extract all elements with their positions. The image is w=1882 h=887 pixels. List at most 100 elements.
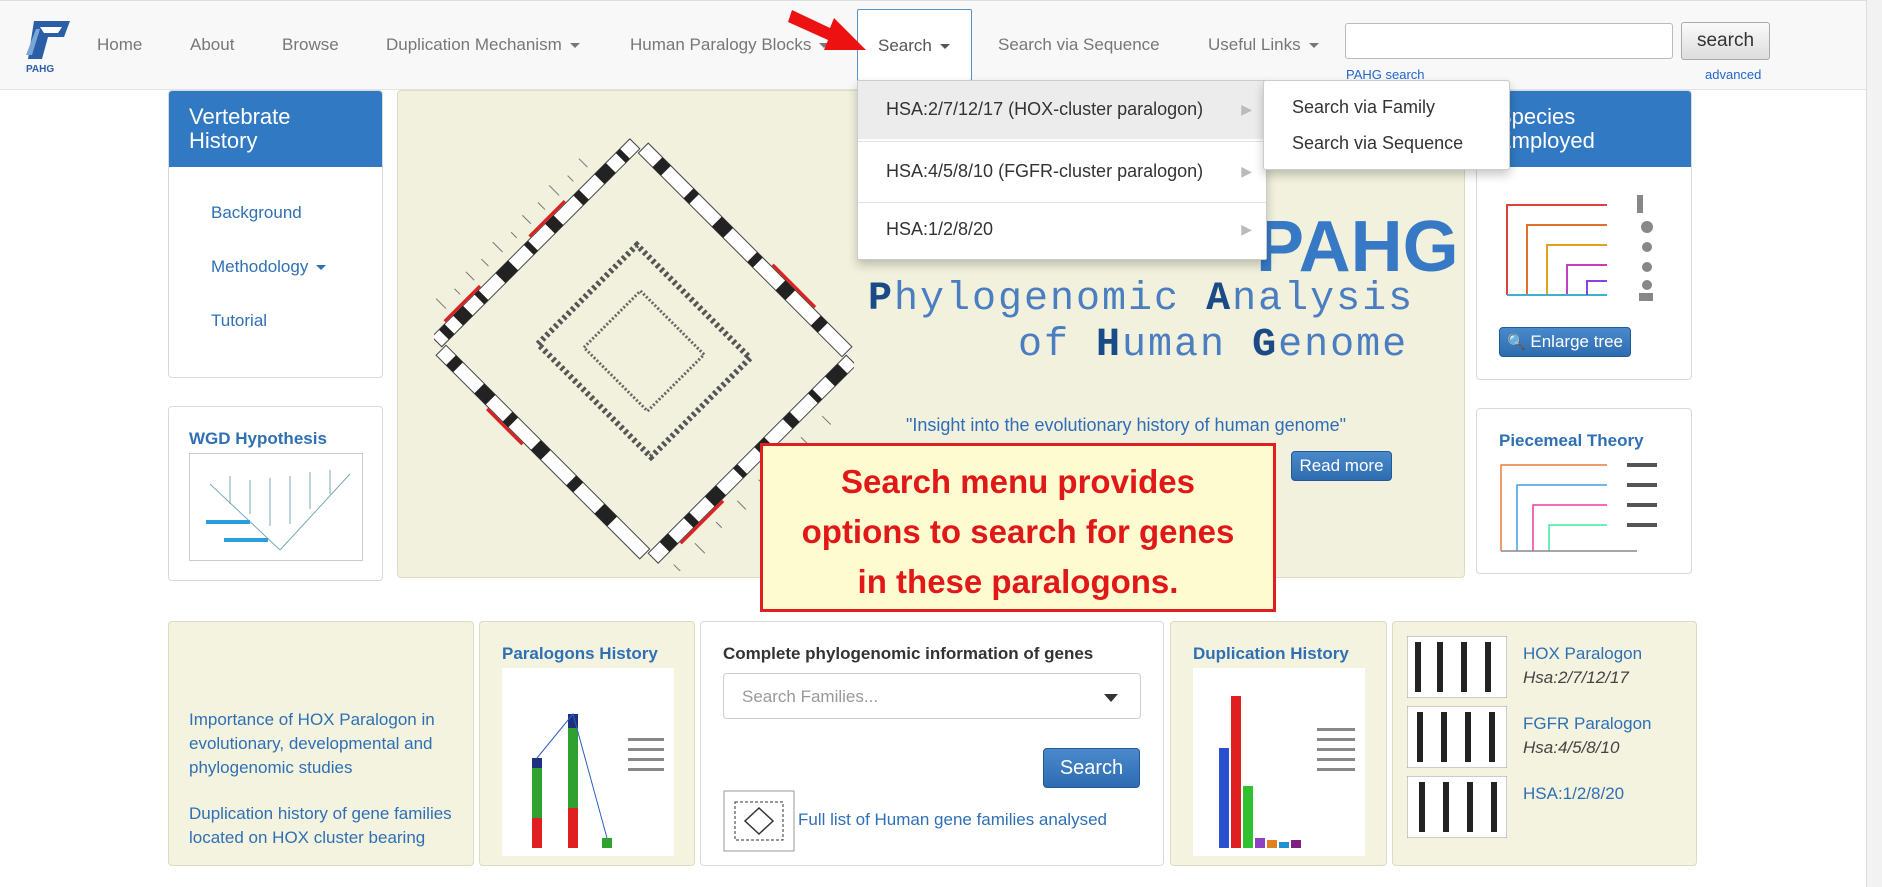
fgfr-paralogon-link[interactable]: FGFR Paralogon (1523, 714, 1652, 734)
nav-about[interactable]: About (190, 35, 234, 55)
svg-text:PAHG: PAHG (26, 64, 54, 75)
hero-text-enome: enome (1278, 323, 1409, 368)
chevron-right-icon: ▶ (1241, 101, 1252, 117)
methodology-link-label: Methodology (211, 257, 309, 276)
nav-search[interactable]: Search (857, 9, 972, 81)
gene-families-thumbnail[interactable] (723, 790, 795, 852)
menu-item-hsa-1-2-8-20-label: HSA:1/2/8/20 (886, 219, 994, 239)
red-arrow-icon (788, 10, 866, 50)
paralogon-list-panel: HOX Paralogon Hsa:2/7/12/17 FGFR Paralog… (1392, 621, 1697, 866)
species-employed-title-line2: Employed (1497, 128, 1595, 153)
hero-subtitle-line2: of Human Genome (1018, 323, 1408, 368)
fgfr-paralogon-thumbnail[interactable] (1407, 706, 1507, 768)
hox-paralogon-thumbnail[interactable] (1407, 636, 1507, 698)
hero-title: PAHG (1256, 207, 1459, 287)
hero-cap-p: P (868, 277, 895, 322)
menu-item-fgfr-paralogon[interactable]: HSA:4/5/8/10 (FGFR-cluster paralogon) ▶ (858, 143, 1266, 201)
full-gene-families-list-link[interactable]: Full list of Human gene families analyse… (798, 810, 1107, 830)
chevron-down-icon (1104, 694, 1118, 702)
menu-item-hox-paralogon-label: HSA:2/7/12/17 (HOX-cluster paralogon) (886, 99, 1204, 119)
nav-browse[interactable]: Browse (282, 35, 339, 55)
hero-cap-a: A (1206, 277, 1233, 322)
vertebrate-history-title-line2: History (189, 128, 258, 153)
tutorial-link[interactable]: Tutorial (211, 311, 267, 331)
search-families-select[interactable]: Search Families... (723, 673, 1141, 719)
methodology-link[interactable]: Methodology (211, 257, 327, 277)
search-submenu: Search via Family Search via Sequence (1263, 80, 1510, 170)
advanced-search-link[interactable]: advanced (1705, 67, 1761, 82)
enlarge-tree-button[interactable]: 🔍 Enlarge tree (1499, 327, 1631, 357)
menu-item-hox-paralogon[interactable]: HSA:2/7/12/17 (HOX-cluster paralogon) ▶ (858, 81, 1266, 139)
menu-divider (858, 141, 1266, 142)
search-families-button[interactable]: Search (1043, 748, 1140, 788)
species-employed-title-line1: Species (1497, 104, 1576, 129)
submenu-search-via-family[interactable]: Search via Family (1292, 97, 1435, 118)
vertebrate-history-panel: Vertebrate History Background Methodolog… (168, 90, 383, 378)
wgd-tree-thumbnail[interactable] (189, 453, 363, 561)
hsa-1-2-8-20-thumbnail[interactable] (1407, 776, 1507, 838)
annotation-line-3: in these paralogons. (857, 563, 1179, 600)
zoom-in-icon: 🔍 (1506, 334, 1526, 351)
phylogenomic-info-title: Complete phylogenomic information of gen… (723, 644, 1094, 663)
annotation-line-1: Search menu provides (841, 463, 1195, 500)
hox-paralogon-link[interactable]: HOX Paralogon (1523, 644, 1642, 664)
nav-useful-links-label: Useful Links (1208, 35, 1301, 54)
scrollbar[interactable] (1866, 0, 1882, 887)
read-more-button[interactable]: Read more (1291, 451, 1392, 481)
hero-cap-h: H (1096, 323, 1123, 368)
site-search-button[interactable]: search (1681, 22, 1770, 60)
chevron-right-icon: ▶ (1241, 163, 1252, 179)
duplication-history-gene-families-link[interactable]: Duplication history of gene families loc… (189, 802, 459, 850)
duplication-history-title[interactable]: Duplication History (1193, 644, 1349, 664)
paralogons-history-panel: Paralogons History (479, 621, 695, 866)
menu-item-fgfr-paralogon-label: HSA:4/5/8/10 (FGFR-cluster paralogon) (886, 161, 1204, 181)
paralogons-history-chart-thumbnail[interactable] (502, 668, 674, 856)
nav-useful-links[interactable]: Useful Links (1208, 35, 1319, 55)
duplication-history-chart-thumbnail[interactable] (1193, 668, 1365, 856)
piecemeal-tree-thumbnail[interactable] (1497, 455, 1673, 563)
menu-item-hsa-1-2-8-20[interactable]: HSA:1/2/8/20 ▶ (858, 201, 1266, 259)
nav-home[interactable]: Home (97, 35, 142, 55)
nav-search-label: Search (878, 36, 950, 56)
hox-importance-panel: Importance of HOX Paralogon in evolution… (168, 621, 474, 866)
chevron-down-icon (569, 43, 580, 49)
search-families-placeholder: Search Families... (742, 687, 879, 706)
nav-duplication-mechanism-label: Duplication Mechanism (386, 35, 562, 54)
paralogons-history-title[interactable]: Paralogons History (502, 644, 658, 664)
hox-paralogon-subtitle: Hsa:2/7/12/17 (1523, 668, 1629, 687)
vertebrate-history-title-line1: Vertebrate (189, 104, 291, 129)
search-dropdown-menu: HSA:2/7/12/17 (HOX-cluster paralogon) ▶ … (857, 80, 1267, 260)
enlarge-tree-label: Enlarge tree (1530, 332, 1624, 351)
chevron-right-icon: ▶ (1241, 221, 1252, 237)
species-tree-thumbnail[interactable] (1497, 185, 1677, 315)
hero-text-nalysis: nalysis (1232, 277, 1415, 322)
hero-text-uman: uman (1122, 323, 1253, 368)
piecemeal-theory-panel: Piecemeal Theory (1476, 408, 1692, 574)
hero-subtitle-line1: Phylogenomic Analysis (868, 277, 1414, 322)
hero-cap-g: G (1252, 323, 1279, 368)
fgfr-paralogon-subtitle: Hsa:4/5/8/10 (1523, 738, 1620, 757)
wgd-hypothesis-panel: WGD Hypothesis (168, 406, 383, 581)
vertebrate-history-heading: Vertebrate History (169, 91, 382, 167)
submenu-search-via-sequence[interactable]: Search via Sequence (1292, 133, 1463, 154)
hsa-1-2-8-20-link[interactable]: HSA:1/2/8/20 (1523, 784, 1624, 804)
chevron-down-icon (316, 265, 327, 271)
nav-human-paralogy-blocks-label: Human Paralogy Blocks (630, 35, 812, 54)
top-navbar: PAHG Home About Browse Duplication Mecha… (0, 0, 1882, 90)
wgd-hypothesis-title[interactable]: WGD Hypothesis (189, 429, 327, 449)
nav-search-via-sequence[interactable]: Search via Sequence (998, 35, 1160, 55)
nav-search-text: Search (878, 36, 932, 55)
duplication-history-panel: Duplication History (1170, 621, 1387, 866)
annotation-line-2: options to search for genes (801, 513, 1235, 550)
pahg-logo[interactable]: PAHG (20, 15, 78, 75)
hox-importance-link[interactable]: Importance of HOX Paralogon in evolution… (189, 708, 459, 780)
chevron-down-icon (939, 44, 950, 50)
annotation-callout: Search menu provides options to search f… (760, 443, 1276, 612)
nav-duplication-mechanism[interactable]: Duplication Mechanism (386, 35, 580, 55)
hero-text-hylogenomic: hylogenomic (894, 277, 1207, 322)
hero-text-of: of (1018, 323, 1097, 368)
site-search-input[interactable] (1345, 23, 1673, 59)
background-link[interactable]: Background (211, 203, 302, 223)
piecemeal-theory-title[interactable]: Piecemeal Theory (1499, 431, 1644, 451)
hero-quote: "Insight into the evolutionary history o… (906, 415, 1347, 435)
